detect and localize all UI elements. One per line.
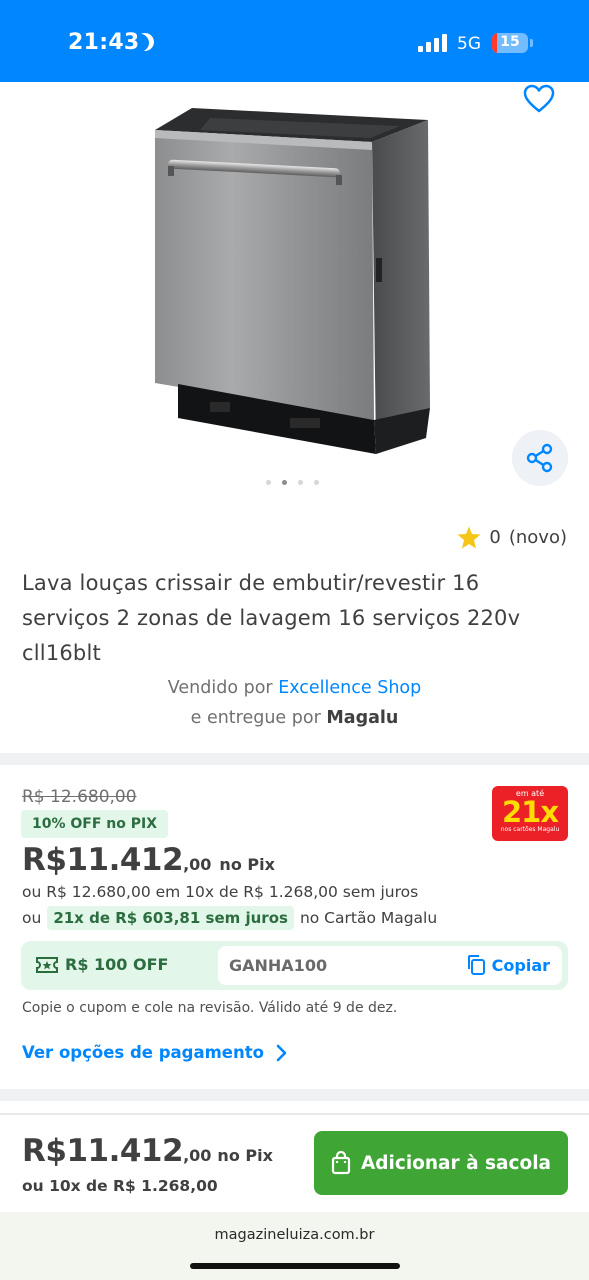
gallery-pagination[interactable] <box>266 480 319 485</box>
product-image[interactable] <box>150 108 440 458</box>
old-price: R$ 12.680,00 <box>22 787 137 807</box>
card-installments-highlight: 21x de R$ 603,81 sem juros <box>47 906 294 930</box>
battery-tip <box>530 39 533 47</box>
product-title: Lava louças crissair de embutir/revestir… <box>22 571 521 665</box>
installments-prefix: ou <box>22 909 42 927</box>
rating-label: (novo) <box>508 527 567 548</box>
url-text[interactable]: magazineluiza.com.br <box>0 1227 589 1243</box>
seller-line: Vendido por Excellence Shop <box>0 678 589 698</box>
magalu-card-installments-badge: em até 21x nos cartões Magalu <box>492 786 568 841</box>
coupon-discount-label: R$ 100 OFF <box>65 955 169 974</box>
card-installments-line: ou 21x de R$ 603,81 sem juros no Cartão … <box>22 906 437 930</box>
seller-link[interactable]: Excellence Shop <box>278 678 421 698</box>
badge-big-text: 21x <box>501 795 559 829</box>
coupon-code: GANHA100 <box>229 956 328 975</box>
star-icon <box>457 526 481 549</box>
copy-label: Copiar <box>491 955 550 975</box>
sticky-price-method: no Pix <box>217 1146 273 1165</box>
installments-suffix: no Cartão Magalu <box>299 909 438 927</box>
price-integer: R$11.412 <box>22 842 184 878</box>
payment-options-label: Ver opções de pagamento <box>22 1043 264 1062</box>
gallery-dot[interactable] <box>266 480 271 485</box>
rating-score: 0 <box>489 527 501 548</box>
sticky-installments: ou 10x de R$ 1.268,00 <box>22 1177 218 1195</box>
network-type: 5G <box>457 34 481 54</box>
heart-outline-icon <box>523 84 555 113</box>
sold-by-label: Vendido por <box>167 678 273 698</box>
favorite-button[interactable] <box>520 82 558 116</box>
coupon-box: R$ 100 OFF GANHA100 Copiar <box>21 941 568 990</box>
delivered-by-label: e entregue por <box>190 708 321 728</box>
battery-level: 15 <box>500 34 520 50</box>
coupon-note: Copie o cupom e cole na revisão. Válido … <box>22 1000 398 1016</box>
product-rating[interactable]: 0 (novo) <box>457 526 567 549</box>
share-button[interactable] <box>512 430 568 486</box>
delivered-by-name: Magalu <box>326 708 399 728</box>
installments-line: ou R$ 12.680,00 em 10x de R$ 1.268,00 se… <box>22 883 419 901</box>
copy-icon <box>467 955 485 975</box>
status-bar: 21:43 5G 15 <box>0 0 589 82</box>
ticket-icon <box>36 956 58 973</box>
chevron-right-icon <box>276 1044 287 1061</box>
coupon-discount: R$ 100 OFF <box>35 955 168 974</box>
sticky-buy-bar: R$11.412,00 no Pix ou 10x de R$ 1.268,00 … <box>0 1113 589 1211</box>
product-image-gallery[interactable] <box>0 82 589 502</box>
shopping-bag-icon <box>331 1151 351 1175</box>
pix-discount-badge: 10% OFF no PIX <box>21 810 169 838</box>
coupon-code-field[interactable]: GANHA100 Copiar <box>218 946 562 985</box>
battery-icon: 15 <box>492 33 528 53</box>
copy-coupon-button[interactable]: Copiar <box>466 954 550 976</box>
sticky-price: R$11.412,00 no Pix <box>22 1133 273 1169</box>
cellular-signal-icon <box>418 34 448 52</box>
gallery-dot[interactable] <box>314 480 319 485</box>
delivery-line: e entregue por Magalu <box>0 708 589 728</box>
price-cents: ,00 <box>183 855 212 874</box>
price-method: no Pix <box>219 855 275 874</box>
payment-options-link[interactable]: Ver opções de pagamento <box>22 1043 288 1062</box>
badge-bottom-text: nos cartões Magalu <box>500 826 560 833</box>
add-to-bag-label: Adicionar à sacola <box>360 1152 552 1174</box>
add-to-bag-button[interactable]: Adicionar à sacola <box>314 1131 568 1195</box>
home-indicator[interactable] <box>190 1263 400 1269</box>
status-time: 21:43 <box>68 30 140 55</box>
browser-address-bar[interactable]: magazineluiza.com.br <box>0 1212 589 1280</box>
section-divider <box>0 1089 589 1101</box>
main-price: R$11.412,00 no Pix <box>22 842 275 878</box>
sticky-price-integer: R$11.412 <box>22 1133 184 1169</box>
share-icon <box>526 443 553 473</box>
section-divider <box>0 753 589 765</box>
gallery-dot-active[interactable] <box>282 480 287 485</box>
gallery-dot[interactable] <box>298 480 303 485</box>
sticky-price-cents: ,00 <box>183 1146 212 1165</box>
